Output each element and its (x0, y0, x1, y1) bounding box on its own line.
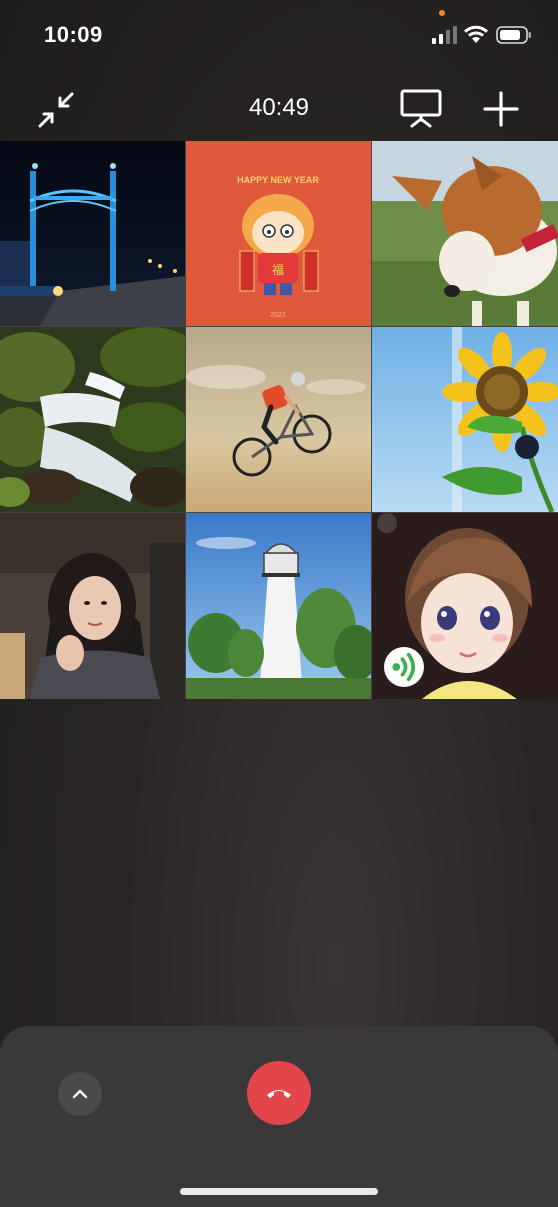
home-indicator[interactable] (180, 1188, 378, 1195)
screen-share-icon[interactable] (398, 88, 444, 128)
sunflower-image (372, 327, 558, 512)
fu-sticker: 福 (272, 262, 284, 277)
call-duration: 40:49 (248, 94, 310, 121)
new-year-caption: HAPPY NEW YEAR (237, 175, 319, 185)
lighthouse-image (186, 513, 371, 699)
year-caption: 2022 (270, 312, 286, 319)
status-time: 10:09 (44, 22, 103, 47)
hangup-button[interactable] (247, 1061, 311, 1125)
privacy-indicator (439, 10, 445, 16)
speaking-indicator (384, 647, 424, 687)
bmx-rider-image (186, 327, 371, 512)
participant-tile-corgi[interactable] (372, 141, 558, 326)
woman-selfie-image (0, 513, 185, 699)
participant-tile-bmx[interactable] (186, 327, 371, 512)
bridge-night-image (0, 141, 185, 326)
expand-controls-button[interactable] (58, 1072, 102, 1116)
participant-grid: HAPPY NEW YEAR 福 2022 (0, 141, 558, 699)
participant-tile-waterfall[interactable] (0, 327, 185, 512)
phone-hangup-icon (267, 1090, 291, 1098)
status-bar: 10:09 (0, 0, 558, 70)
call-header: 40:49 (0, 78, 558, 138)
wifi-icon (464, 25, 488, 43)
participant-tile-cartoon[interactable]: HAPPY NEW YEAR 福 2022 (186, 141, 371, 326)
participant-tile-lighthouse[interactable] (186, 513, 371, 699)
cartoon-tiger-girl-image: HAPPY NEW YEAR 福 2022 (186, 141, 371, 326)
participant-tile-avatar[interactable] (372, 513, 558, 699)
participant-tile-bridge[interactable] (0, 141, 185, 326)
corgi-dog-image (372, 141, 558, 326)
participant-tile-woman[interactable] (0, 513, 185, 699)
chevron-up-icon (72, 1089, 88, 1099)
participant-tile-sunflower[interactable] (372, 327, 558, 512)
cellular-signal-icon (432, 26, 457, 44)
waterfall-image (0, 327, 185, 512)
add-participant-icon[interactable] (482, 90, 520, 128)
call-controls-panel (0, 1026, 558, 1207)
battery-icon (496, 26, 531, 44)
sound-wave-icon (392, 652, 416, 682)
